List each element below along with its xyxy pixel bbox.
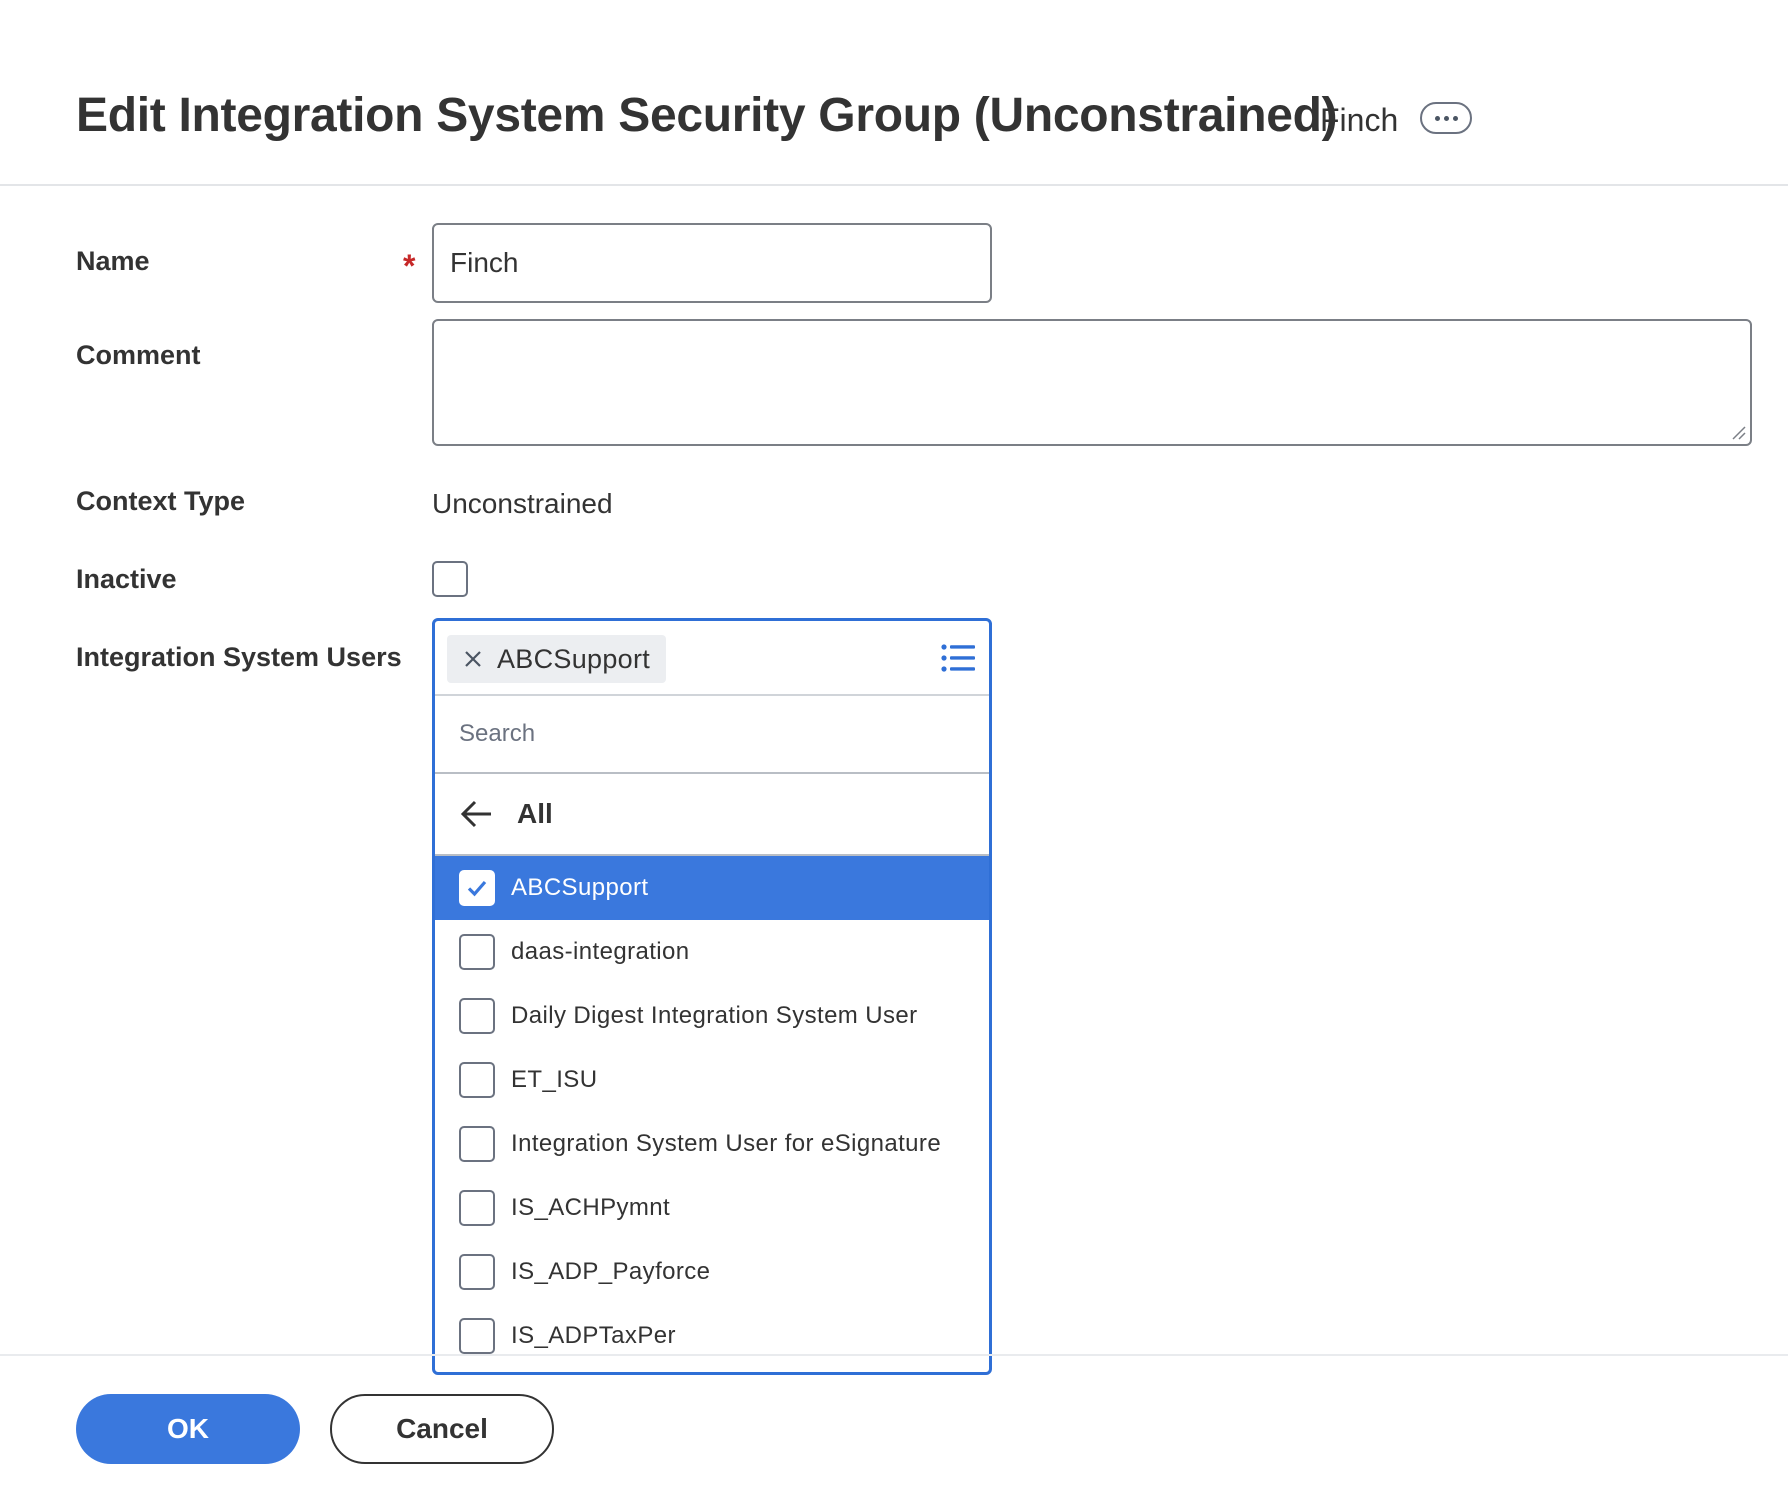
required-marker: * [403,248,416,284]
ok-button[interactable]: OK [76,1394,300,1464]
integration-system-users-label: Integration System Users [76,642,402,672]
back-label: All [517,798,553,829]
close-icon [465,651,481,667]
option-label: IS_ADP_Payforce [511,1258,711,1285]
options-list: ABCSupport daas-integration Daily Digest… [435,856,989,1368]
list-item[interactable]: IS_ADP_Payforce [435,1240,989,1304]
ellipsis-icon [1443,115,1449,121]
resize-grip-icon[interactable] [1730,424,1746,440]
option-label: IS_ACHPymnt [511,1194,671,1221]
option-checkbox[interactable] [459,998,495,1034]
option-checkbox[interactable] [459,1318,495,1354]
comment-textarea[interactable] [432,319,1752,446]
option-label: ET_ISU [511,1066,598,1093]
page-title: Edit Integration System Security Group (… [76,89,1338,142]
option-checkbox[interactable] [459,1190,495,1226]
page-header: Edit Integration System Security Group (… [0,0,1788,186]
option-checkbox[interactable] [459,1254,495,1290]
option-label: Integration System User for eSignature [511,1130,942,1157]
remove-pill-button[interactable] [461,647,485,671]
cancel-button[interactable]: Cancel [330,1394,554,1464]
header-subject: Finch [1320,102,1399,138]
list-item[interactable]: IS_ADPTaxPer [435,1304,989,1368]
context-type-label: Context Type [76,486,246,516]
list-icon[interactable] [941,643,975,673]
option-checkbox[interactable] [459,1062,495,1098]
option-label: IS_ADPTaxPer [511,1322,676,1349]
search-input[interactable] [435,696,989,772]
checkmark-icon [467,880,487,897]
list-item[interactable]: Integration System User for eSignature [435,1112,989,1176]
option-label: Daily Digest Integration System User [511,1002,918,1029]
name-input[interactable] [432,223,992,303]
prompt-search-row [435,696,989,774]
option-label: daas-integration [511,938,690,965]
context-type-value: Unconstrained [432,488,613,519]
list-item[interactable]: ET_ISU [435,1048,989,1112]
selected-items-row: ABCSupport [435,621,989,696]
option-checkbox[interactable] [459,934,495,970]
option-checkbox[interactable] [459,870,495,906]
inactive-checkbox[interactable] [432,561,468,597]
ellipsis-icon [1452,115,1458,121]
list-item[interactable]: ABCSupport [435,856,989,920]
list-item[interactable]: daas-integration [435,920,989,984]
option-checkbox[interactable] [459,1126,495,1162]
comment-label: Comment [76,340,201,370]
integration-system-users-prompt: ABCSupport All ABCSupport [432,618,992,1375]
selected-pill-label: ABCSupport [497,643,651,674]
ellipsis-icon [1434,115,1440,121]
list-item[interactable]: IS_ACHPymnt [435,1176,989,1240]
arrow-left-icon [460,800,491,828]
list-item[interactable]: Daily Digest Integration System User [435,984,989,1048]
inactive-label: Inactive [76,564,177,594]
name-label: Name [76,246,150,276]
related-actions-button[interactable] [1420,102,1472,134]
option-label: ABCSupport [511,874,649,901]
back-to-all-button[interactable]: All [435,774,989,856]
footer-divider [0,1354,1788,1356]
selected-pill: ABCSupport [447,635,667,683]
